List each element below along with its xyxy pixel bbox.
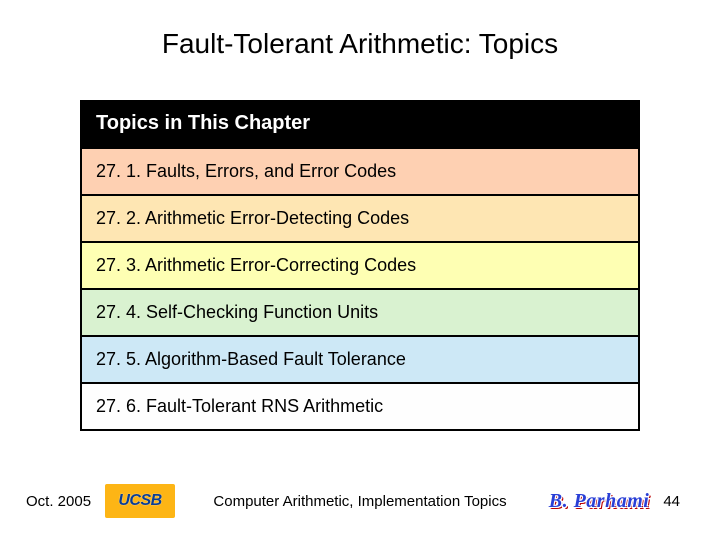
table-header: Topics in This Chapter bbox=[82, 102, 638, 147]
table-row: 27. 2. Arithmetic Error-Detecting Codes bbox=[82, 194, 638, 241]
author-name: B. Parhami bbox=[549, 490, 650, 513]
ucsb-logo-text: UCSB bbox=[118, 492, 161, 510]
table-row: 27. 6. Fault-Tolerant RNS Arithmetic bbox=[82, 382, 638, 429]
topics-table: Topics in This Chapter 27. 1. Faults, Er… bbox=[80, 100, 640, 431]
footer: Oct. 2005 UCSB Computer Arithmetic, Impl… bbox=[0, 484, 720, 518]
table-row: 27. 1. Faults, Errors, and Error Codes bbox=[82, 147, 638, 194]
ucsb-logo: UCSB bbox=[105, 484, 175, 518]
footer-right: B. Parhami 44 bbox=[549, 490, 680, 513]
table-row: 27. 4. Self-Checking Function Units bbox=[82, 288, 638, 335]
footer-caption: Computer Arithmetic, Implementation Topi… bbox=[213, 493, 506, 510]
slide-title: Fault-Tolerant Arithmetic: Topics bbox=[80, 28, 640, 60]
footer-left: Oct. 2005 UCSB bbox=[26, 484, 175, 518]
footer-date: Oct. 2005 bbox=[26, 493, 91, 510]
table-row: 27. 5. Algorithm-Based Fault Tolerance bbox=[82, 335, 638, 382]
table-row: 27. 3. Arithmetic Error-Correcting Codes bbox=[82, 241, 638, 288]
page-number: 44 bbox=[663, 493, 680, 510]
slide: Fault-Tolerant Arithmetic: Topics Topics… bbox=[0, 0, 720, 540]
